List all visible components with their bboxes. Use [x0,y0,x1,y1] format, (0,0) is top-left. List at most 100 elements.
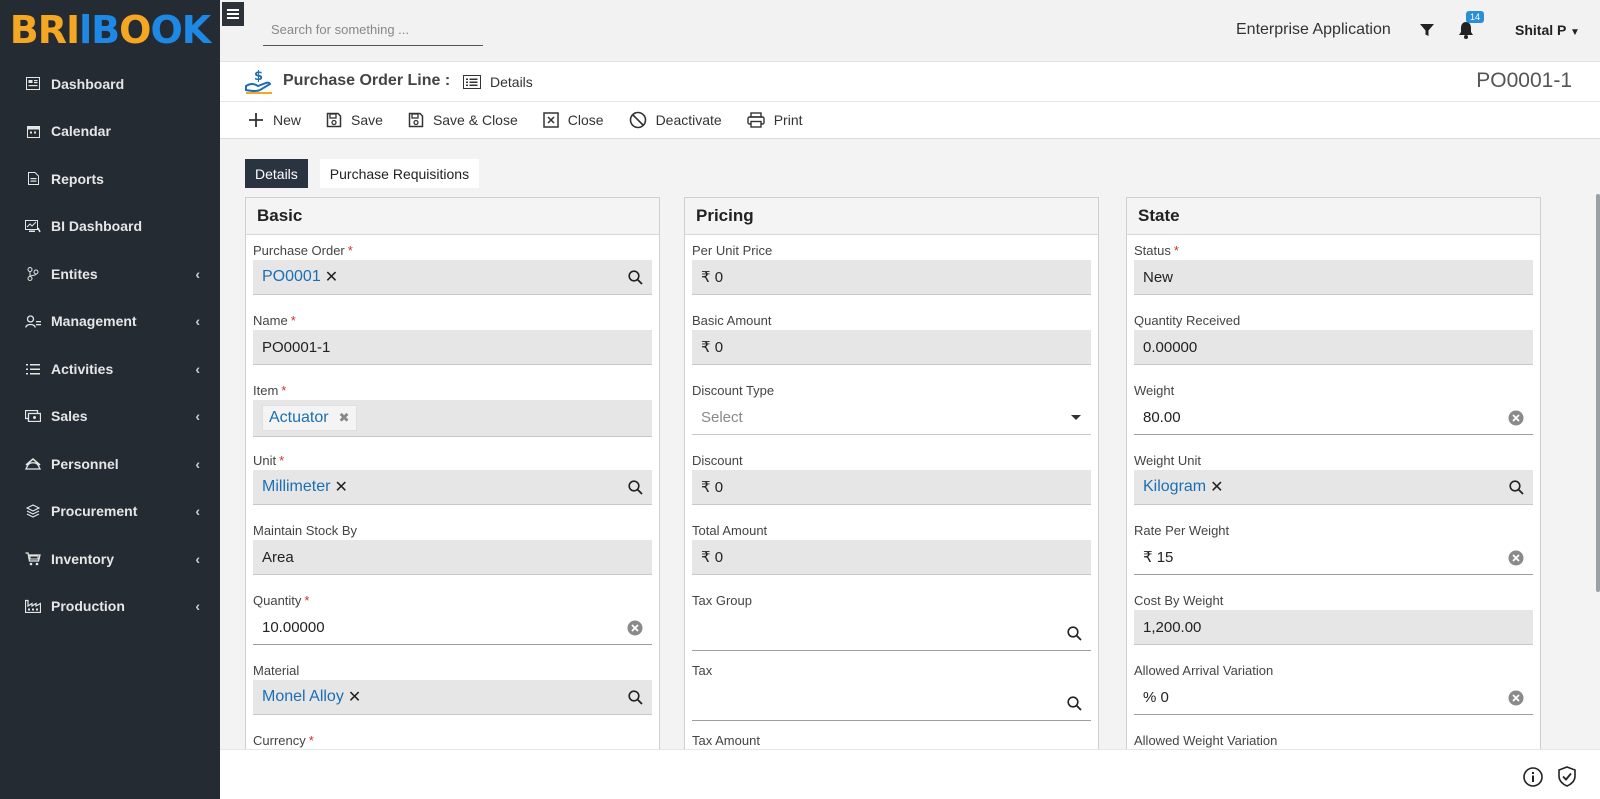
info-icon[interactable] [1523,767,1543,792]
print-label: Print [773,112,803,128]
weight-unit-input[interactable]: Kilogram ✕ [1134,470,1533,505]
caret-down-icon: ▼ [1569,27,1580,38]
user-menu[interactable]: Shital P ▼ [1515,22,1580,38]
layers-icon [24,504,42,518]
sidebar-item-management[interactable]: Management ‹ [0,298,220,346]
allowed-arrival-variation-field: Allowed Arrival Variation % 0 [1134,661,1533,731]
purchase-order-link[interactable]: PO0001 [262,268,321,286]
clear-icon[interactable]: ✕ [348,687,361,707]
per-unit-price-field: Per Unit Price ₹ 0 [692,241,1091,311]
sidebar-item-dashboard[interactable]: Dashboard [0,60,220,108]
sidebar-item-entites[interactable]: Entites ‹ [0,250,220,298]
basic-panel: Basic Purchase Order * PO0001 ✕ Name * PO0… [245,197,660,749]
scrollbar[interactable] [1594,139,1600,749]
sidebar-item-procurement[interactable]: Procurement ‹ [0,488,220,536]
content-area: Details Purchase Requisitions Basic Purc… [220,139,1600,749]
sidebar-item-label: Inventory [51,550,115,567]
basic-amount-input[interactable]: ₹ 0 [692,330,1091,365]
shield-check-icon[interactable] [1557,766,1577,792]
new-button[interactable]: New [248,112,301,128]
search-icon[interactable] [628,480,643,499]
rate-per-weight-label: Rate Per Weight [1134,523,1230,538]
filter-icon[interactable] [1419,22,1435,38]
sidebar-item-inventory[interactable]: Inventory ‹ [0,535,220,583]
purchase-order-input[interactable]: PO0001 ✕ [253,260,652,295]
chevron-left-icon: ‹ [195,360,200,377]
search-icon[interactable] [1067,696,1082,715]
status-input[interactable]: New [1134,260,1533,295]
clear-icon[interactable]: ✕ [325,267,338,287]
tax-amount-field: Tax Amount [692,731,1091,749]
tax-group-input[interactable] [692,616,1091,651]
tax-input[interactable] [692,686,1091,721]
svg-text:$: $ [254,69,263,84]
unit-label: Unit [253,453,277,468]
user-name: Shital P [1515,22,1567,38]
sidebar-item-bi-dashboard[interactable]: BI Dashboard [0,203,220,251]
sidebar-item-sales[interactable]: Sales ‹ [0,393,220,441]
weight-unit-link[interactable]: Kilogram [1143,478,1206,496]
sidebar-item-personnel[interactable]: Personnel ‹ [0,440,220,488]
total-amount-label: Total Amount [692,523,768,538]
tab-purchase-requisitions[interactable]: Purchase Requisitions [319,159,480,188]
page-title: Purchase Order Line : [283,72,451,89]
new-label: New [273,112,302,128]
name-input[interactable]: PO0001-1 [253,330,652,365]
unit-input[interactable]: Millimeter ✕ [253,470,652,505]
dropdown-caret-icon[interactable] [1071,415,1081,420]
clear-circle-icon[interactable] [1508,410,1524,430]
chevron-left-icon: ‹ [195,313,200,330]
save-button[interactable]: Save [326,112,383,128]
total-amount-input[interactable]: ₹ 0 [692,540,1091,575]
clear-circle-icon[interactable] [627,620,643,640]
material-link[interactable]: Monel Alloy [262,688,344,706]
item-label: Item [253,383,279,398]
required-marker: * [281,383,287,398]
search-input[interactable] [263,14,483,46]
app-name: Enterprise Application [1236,21,1391,38]
discount-type-select[interactable]: Select [692,400,1091,435]
discount-label: Discount [692,453,743,468]
per-unit-price-input[interactable]: ₹ 0 [692,260,1091,295]
quantity-received-input[interactable]: 0.00000 [1134,330,1533,365]
item-chip[interactable]: Actuator ✖ [262,405,357,431]
cost-by-weight-input[interactable]: 1,200.00 [1134,610,1533,645]
menu-toggle-icon[interactable] [222,2,244,26]
chip-remove-icon[interactable]: ✖ [339,410,350,426]
clear-icon[interactable]: ✕ [1210,477,1223,497]
sidebar-item-reports[interactable]: Reports [0,155,220,203]
rate-per-weight-input[interactable]: ₹ 15 [1134,540,1533,575]
item-input[interactable]: Actuator ✖ [253,400,652,437]
save-close-button[interactable]: Save & Close [408,112,518,128]
sidebar-item-activities[interactable]: Activities ‹ [0,345,220,393]
clear-circle-icon[interactable] [1508,690,1524,710]
search-icon[interactable] [628,690,643,709]
sidebar-item-production[interactable]: Production ‹ [0,583,220,631]
tab-details[interactable]: Details [245,159,308,188]
allowed-arrival-variation-value: % 0 [1143,688,1169,706]
material-input[interactable]: Monel Alloy ✕ [253,680,652,715]
search-icon[interactable] [628,270,643,289]
deactivate-button[interactable]: Deactivate [629,111,722,129]
allowed-arrival-variation-input[interactable]: % 0 [1134,680,1533,715]
search-icon[interactable] [1067,626,1082,645]
sidebar-item-calendar[interactable]: Calendar [0,108,220,156]
save-close-icon [408,112,424,128]
weight-unit-label: Weight Unit [1134,453,1201,468]
search-icon[interactable] [1509,480,1524,499]
weight-input[interactable]: 80.00 [1134,400,1533,435]
print-button[interactable]: Print [747,112,803,128]
page-subtitle: Details [490,74,533,90]
unit-link[interactable]: Millimeter [262,478,330,496]
brand-logo[interactable]: BRIlBOOK [0,0,220,60]
weight-value: 80.00 [1143,408,1181,426]
pricing-panel: Pricing Per Unit Price ₹ 0 Basic Amount … [684,197,1099,749]
clear-circle-icon[interactable] [1508,550,1524,570]
maintain-stock-by-input[interactable]: Area [253,540,652,575]
close-button[interactable]: Close [543,112,604,128]
clear-icon[interactable]: ✕ [334,477,347,497]
quantity-input[interactable]: 10.00000 [253,610,652,645]
bell-icon[interactable] [1458,21,1474,39]
discount-input[interactable]: ₹ 0 [692,470,1091,505]
scrollbar-thumb[interactable] [1596,194,1600,592]
